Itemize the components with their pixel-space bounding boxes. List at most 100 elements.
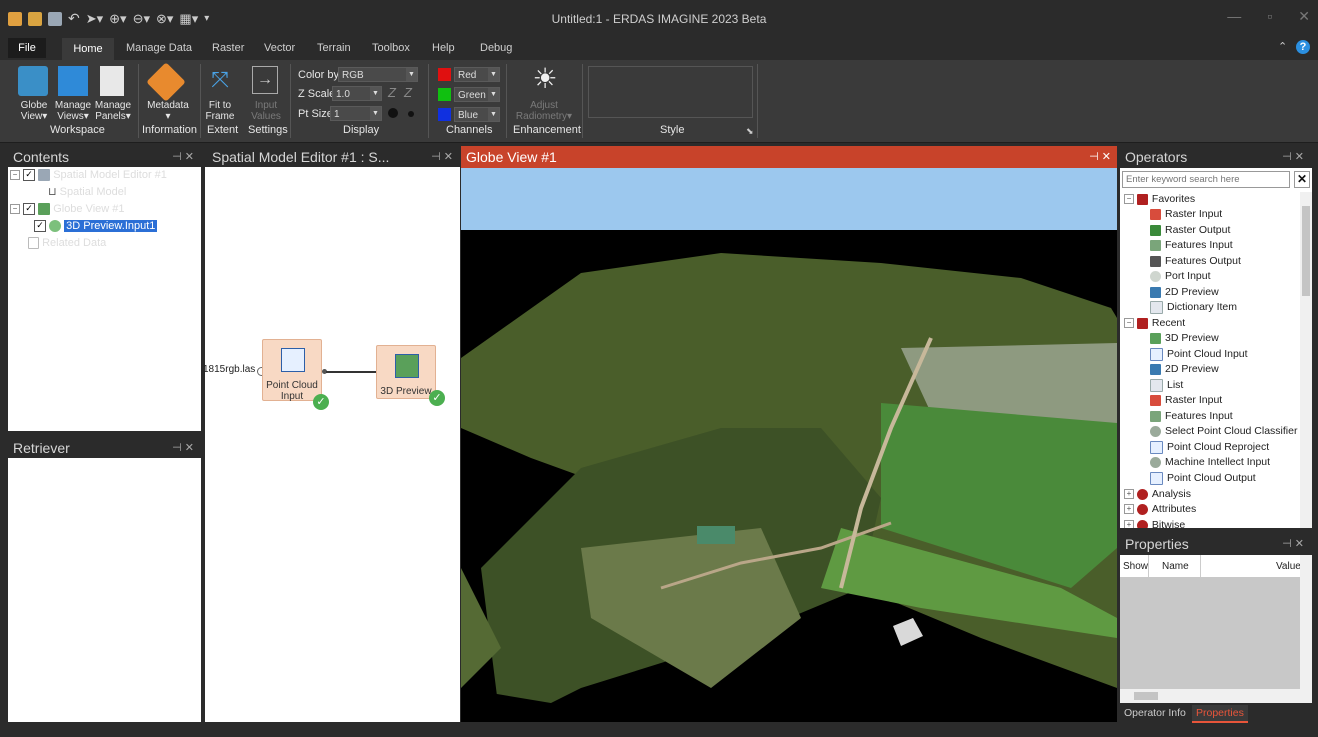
manage-panels-icon[interactable]: [100, 66, 124, 96]
red-channel-select[interactable]: Red ▼: [454, 67, 500, 82]
manage-views-button[interactable]: Manage Views▾: [52, 100, 94, 122]
pt-size-increase-icon[interactable]: [388, 108, 398, 118]
minimize-button[interactable]: —: [1227, 8, 1241, 25]
scrollbar-thumb[interactable]: [1134, 692, 1158, 700]
tree-item-3d-preview[interactable]: ✓ 3D Preview.Input1: [34, 218, 158, 235]
properties-hscrollbar[interactable]: [1120, 689, 1312, 703]
op-port-input[interactable]: Port Input: [1150, 269, 1211, 284]
sun-brightness-icon[interactable]: ☀: [530, 64, 560, 94]
op-raster-input[interactable]: Raster Input: [1150, 207, 1222, 222]
col-value[interactable]: Value: [1276, 561, 1301, 572]
operator-search-input[interactable]: [1122, 171, 1290, 188]
z-scale-input[interactable]: 1.0 ▼: [332, 86, 382, 101]
pt-size-decrease-icon[interactable]: [408, 111, 414, 117]
window-controls: — ▫ ✕: [1227, 8, 1310, 25]
input-values-icon[interactable]: →: [252, 66, 278, 94]
op-3d-preview[interactable]: 3D Preview: [1150, 331, 1219, 346]
collapse-icon[interactable]: −: [10, 170, 20, 181]
op-select-point-cloud-classifier[interactable]: Select Point Cloud Classifier: [1150, 424, 1297, 439]
op-2d-preview[interactable]: 2D Preview: [1150, 285, 1219, 300]
op-recent-2d-preview[interactable]: 2D Preview: [1150, 362, 1219, 377]
sme-canvas[interactable]: 1815rgb.las Point Cloud Input ✓ 3D Previe…: [203, 167, 460, 722]
tree-item-sme[interactable]: − ✓ Spatial Model Editor #1: [10, 167, 167, 184]
blue-channel-select[interactable]: Blue ▼: [454, 107, 500, 122]
adjust-radiometry-button[interactable]: Adjust Radiometry▾: [508, 100, 580, 122]
op-features-input[interactable]: Features Input: [1150, 238, 1233, 253]
checkbox[interactable]: ✓: [23, 169, 36, 182]
pin-close-icon[interactable]: ⊣ ✕: [431, 146, 453, 168]
tab-operator-info[interactable]: Operator Info: [1124, 707, 1186, 719]
checkbox[interactable]: ✓: [23, 203, 36, 216]
expand-icon[interactable]: +: [1124, 520, 1134, 528]
pin-close-icon[interactable]: ⊣ ✕: [172, 146, 194, 168]
tab-home[interactable]: Home: [62, 38, 114, 60]
collapse-icon[interactable]: −: [1124, 194, 1134, 205]
operators-scrollbar[interactable]: [1300, 192, 1312, 528]
op-recent-features-input[interactable]: Features Input: [1150, 409, 1233, 424]
maximize-button[interactable]: ▫: [1267, 8, 1272, 25]
op-features-output[interactable]: Features Output: [1150, 254, 1241, 269]
tab-manage-data[interactable]: Manage Data: [126, 42, 192, 54]
style-gallery[interactable]: [588, 66, 753, 118]
tree-item-spatial-model[interactable]: ⊔ Spatial Model: [48, 184, 126, 201]
category-bitwise[interactable]: + Bitwise: [1124, 518, 1185, 528]
op-point-cloud-reproject[interactable]: Point Cloud Reproject: [1150, 440, 1269, 455]
style-dialog-launcher-icon[interactable]: ⬊: [746, 126, 754, 137]
pt-size-input[interactable]: 1 ▼: [330, 106, 382, 121]
node-3d-preview[interactable]: 3D Preview ✓: [376, 345, 445, 406]
collapse-icon[interactable]: −: [10, 204, 20, 215]
collapse-ribbon-icon[interactable]: ⌃: [1278, 40, 1287, 53]
help-icon[interactable]: ?: [1296, 40, 1310, 54]
expand-icon[interactable]: +: [1124, 489, 1134, 500]
tab-properties[interactable]: Properties: [1192, 705, 1248, 723]
pin-close-icon[interactable]: ⊣ ✕: [1282, 533, 1304, 555]
tab-toolbox[interactable]: Toolbox: [372, 42, 410, 54]
category-attributes[interactable]: + Attributes: [1124, 502, 1196, 517]
op-list[interactable]: List: [1150, 378, 1183, 393]
manage-panels-button[interactable]: Manage Panels▾: [92, 100, 134, 122]
z-scale-decrease-icon[interactable]: Z: [388, 85, 396, 100]
color-by-select[interactable]: RGB ▼: [338, 67, 418, 82]
green-channel-select[interactable]: Green ▼: [454, 87, 500, 102]
op-machine-intellect-input[interactable]: Machine Intellect Input: [1150, 455, 1270, 470]
close-button[interactable]: ✕: [1298, 8, 1310, 25]
metadata-tag-icon[interactable]: [146, 62, 186, 102]
op-point-cloud-output[interactable]: Point Cloud Output: [1150, 471, 1256, 486]
clear-search-button[interactable]: ✕: [1294, 171, 1310, 188]
op-recent-raster-input[interactable]: Raster Input: [1150, 393, 1222, 408]
tab-vector[interactable]: Vector: [264, 42, 295, 54]
globe-view-canvas[interactable]: [461, 168, 1117, 722]
tab-file[interactable]: File: [8, 38, 46, 58]
input-values-button[interactable]: Input Values: [246, 100, 286, 122]
node-point-cloud-input[interactable]: Point Cloud Input ✓: [262, 339, 329, 410]
col-name[interactable]: Name: [1162, 561, 1189, 572]
collapse-icon[interactable]: −: [1124, 318, 1134, 329]
tab-terrain[interactable]: Terrain: [317, 42, 351, 54]
fit-to-frame-button[interactable]: Fit to Frame: [202, 100, 238, 122]
category-recent[interactable]: − Recent: [1124, 316, 1185, 331]
globe-view-icon[interactable]: [18, 66, 48, 96]
properties-vscrollbar[interactable]: [1300, 555, 1312, 689]
tab-raster[interactable]: Raster: [212, 42, 244, 54]
op-raster-output[interactable]: Raster Output: [1150, 223, 1230, 238]
category-analysis[interactable]: + Analysis: [1124, 487, 1191, 502]
op-point-cloud-input[interactable]: Point Cloud Input: [1150, 347, 1248, 362]
pin-close-icon[interactable]: ⊣ ✕: [1282, 146, 1304, 168]
checkbox[interactable]: ✓: [34, 220, 46, 233]
col-show[interactable]: Show: [1123, 561, 1148, 572]
op-dictionary-item[interactable]: Dictionary Item: [1150, 300, 1237, 315]
fit-to-frame-icon[interactable]: ⤧: [206, 66, 234, 94]
scrollbar-thumb[interactable]: [1302, 206, 1310, 296]
tab-debug[interactable]: Debug: [480, 42, 512, 54]
tree-item-related-data[interactable]: Related Data: [28, 235, 106, 252]
expand-icon[interactable]: +: [1124, 504, 1134, 515]
globe-view-button[interactable]: Globe View▾: [14, 100, 54, 122]
category-favorites[interactable]: − Favorites: [1124, 192, 1195, 207]
manage-views-icon[interactable]: [58, 66, 88, 96]
tab-help[interactable]: Help: [432, 42, 455, 54]
z-scale-increase-icon[interactable]: Z: [404, 85, 412, 100]
pin-close-icon[interactable]: ⊣ ✕: [172, 437, 194, 459]
metadata-button[interactable]: Metadata ▾: [142, 100, 194, 122]
pin-close-icon[interactable]: ⊣ ✕: [1089, 146, 1111, 168]
tree-item-globe-view[interactable]: − ✓ Globe View #1: [10, 201, 125, 218]
